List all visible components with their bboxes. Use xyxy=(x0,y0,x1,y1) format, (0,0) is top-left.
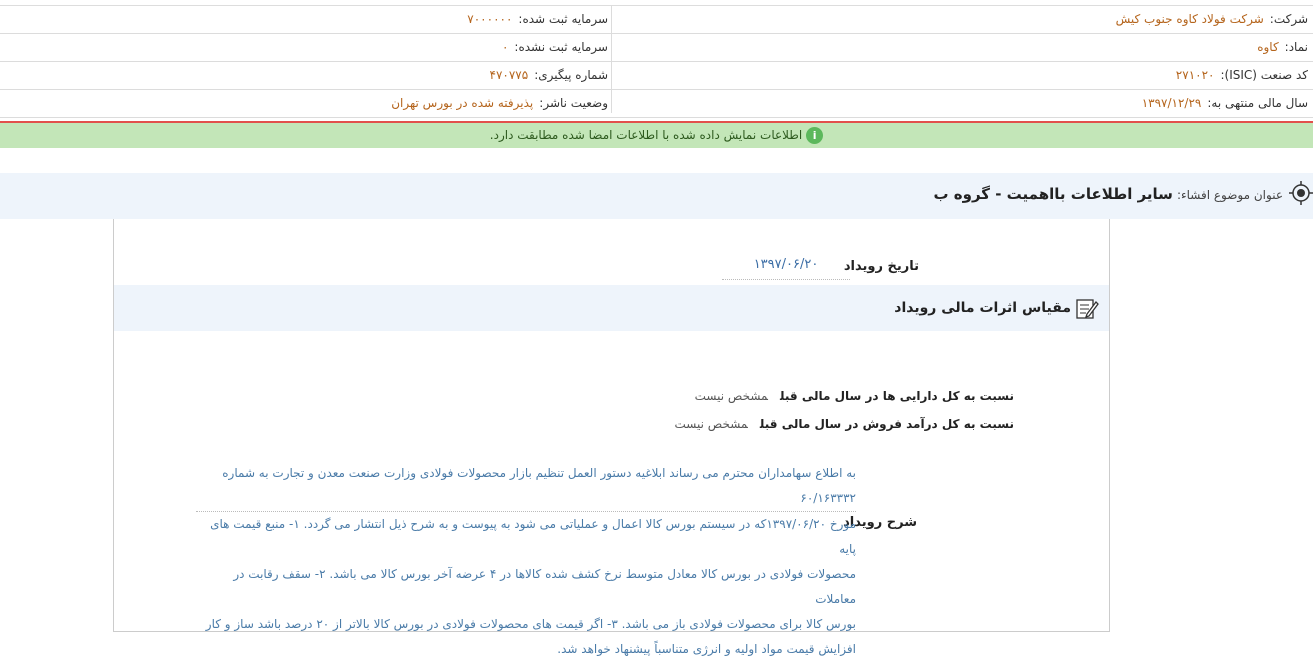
financial-impact-title: مقیاس اثرات مالی رویداد xyxy=(894,300,1071,316)
info-row-company: شرکت: شرکت فولاد کاوه جنوب کیش سرمایه ثبت… xyxy=(0,6,1313,34)
info-row-fiscal: سال مالی منتهی به: ۱۳۹۷/۱۲/۲۹ وضعیت ناشر:… xyxy=(0,90,1313,118)
ratio-assets-value: مشخص نیست xyxy=(694,389,768,403)
publisher-status-label: وضعیت ناشر: xyxy=(539,96,608,110)
company-value: شرکت فولاد کاوه جنوب کیش xyxy=(1115,12,1264,26)
registered-capital-value: ۷۰۰۰۰۰۰ xyxy=(467,12,513,26)
event-panel: تاریخ رویداد ۱۳۹۷/۰۶/۲۰ مقیاس اثرات مالی… xyxy=(113,219,1110,656)
financial-impact-section: مقیاس اثرات مالی رویداد xyxy=(114,285,1109,331)
tracking-number-label: شماره پیگیری: xyxy=(534,68,608,82)
description-line: محصولات فولادی در بورس کالا معادل متوسط … xyxy=(233,567,856,606)
description-line: بورس کالا برای محصولات فولادی باز می باش… xyxy=(205,617,856,631)
unregistered-capital-value: ۰ xyxy=(501,40,509,54)
fiscal-year-value: ۱۳۹۷/۱۲/۲۹ xyxy=(1141,96,1202,110)
notice-text: اطلاعات نمایش داده شده با اطلاعات امضا ش… xyxy=(489,128,803,142)
fiscal-year-label: سال مالی منتهی به: xyxy=(1207,96,1308,110)
company-field: شرکت: شرکت فولاد کاوه جنوب کیش xyxy=(1116,6,1308,33)
ratio-revenue-value: مشخص نیست xyxy=(674,417,748,431)
tracking-number-value: ۴۷۰۷۷۵ xyxy=(489,68,529,82)
company-label: شرکت: xyxy=(1269,12,1308,26)
info-row-isic: کد صنعت (ISIC): ۲۷۱۰۲۰ شماره پیگیری: ۴۷۰۷۷… xyxy=(0,62,1313,90)
info-icon: i xyxy=(806,127,824,144)
publisher-status-value: پذیرفته شده در بورس تهران xyxy=(391,96,534,110)
ratio-assets-row: نسبت به کل دارایی ها در سال مالی قبل مشخص… xyxy=(695,389,1014,403)
description-line: مورخ ۱۳۹۷/۰۶/۲۰که در سیستم بورس کالا اعم… xyxy=(210,517,856,556)
verification-notice: iاطلاعات نمایش داده شده با اطلاعات امضا … xyxy=(0,123,1313,148)
description-line: به اطلاع سهامداران محترم می رساند ابلاغی… xyxy=(196,461,856,512)
symbol-value: کاوه xyxy=(1257,40,1279,54)
subject-heading: عنوان موضوع افشاء:سایر اطلاعات بااهمیت -… xyxy=(933,173,1283,216)
ratio-revenue-label: نسبت به کل درآمد فروش در سال مالی قبل xyxy=(759,417,1014,431)
event-description: به اطلاع سهامداران محترم می رساند ابلاغی… xyxy=(196,461,856,662)
isic-value: ۲۷۱۰۲۰ xyxy=(1175,68,1215,82)
company-info-table: شرکت: شرکت فولاد کاوه جنوب کیش سرمایه ثبت… xyxy=(0,5,1313,118)
registered-capital-field: سرمایه ثبت شده: ۷۰۰۰۰۰۰ xyxy=(467,6,608,33)
publisher-status-field: وضعیت ناشر: پذیرفته شده در بورس تهران xyxy=(391,90,608,117)
target-icon xyxy=(1289,181,1313,205)
subject-label: عنوان موضوع افشاء: xyxy=(1176,188,1283,202)
description-line: افزایش قیمت مواد اولیه و انرژی متناسباً … xyxy=(557,642,856,656)
edit-note-icon xyxy=(1076,299,1099,319)
info-row-symbol: نماد: کاوه سرمایه ثبت نشده: ۰ xyxy=(0,34,1313,62)
tracking-number-field: شماره پیگیری: ۴۷۰۷۷۵ xyxy=(490,62,608,89)
symbol-field: نماد: کاوه xyxy=(1257,34,1308,61)
unregistered-capital-field: سرمایه ثبت نشده: ۰ xyxy=(502,34,608,61)
ratio-assets-label: نسبت به کل دارایی ها در سال مالی قبل xyxy=(780,389,1014,403)
ratio-revenue-row: نسبت به کل درآمد فروش در سال مالی قبل مشخ… xyxy=(675,417,1014,431)
isic-field: کد صنعت (ISIC): ۲۷۱۰۲۰ xyxy=(1176,62,1308,89)
isic-label: کد صنعت (ISIC): xyxy=(1220,68,1308,82)
event-date-label: تاریخ رویداد xyxy=(843,259,919,274)
subject-bar: عنوان موضوع افشاء:سایر اطلاعات بااهمیت -… xyxy=(0,173,1313,219)
unregistered-capital-label: سرمایه ثبت نشده: xyxy=(514,40,608,54)
column-divider xyxy=(611,5,612,113)
registered-capital-label: سرمایه ثبت شده: xyxy=(518,12,608,26)
fiscal-year-field: سال مالی منتهی به: ۱۳۹۷/۱۲/۲۹ xyxy=(1142,90,1308,117)
symbol-label: نماد: xyxy=(1284,40,1308,54)
event-date-value: ۱۳۹۷/۰۶/۲۰ xyxy=(722,253,850,280)
subject-title: سایر اطلاعات بااهمیت - گروه ب xyxy=(933,185,1173,203)
